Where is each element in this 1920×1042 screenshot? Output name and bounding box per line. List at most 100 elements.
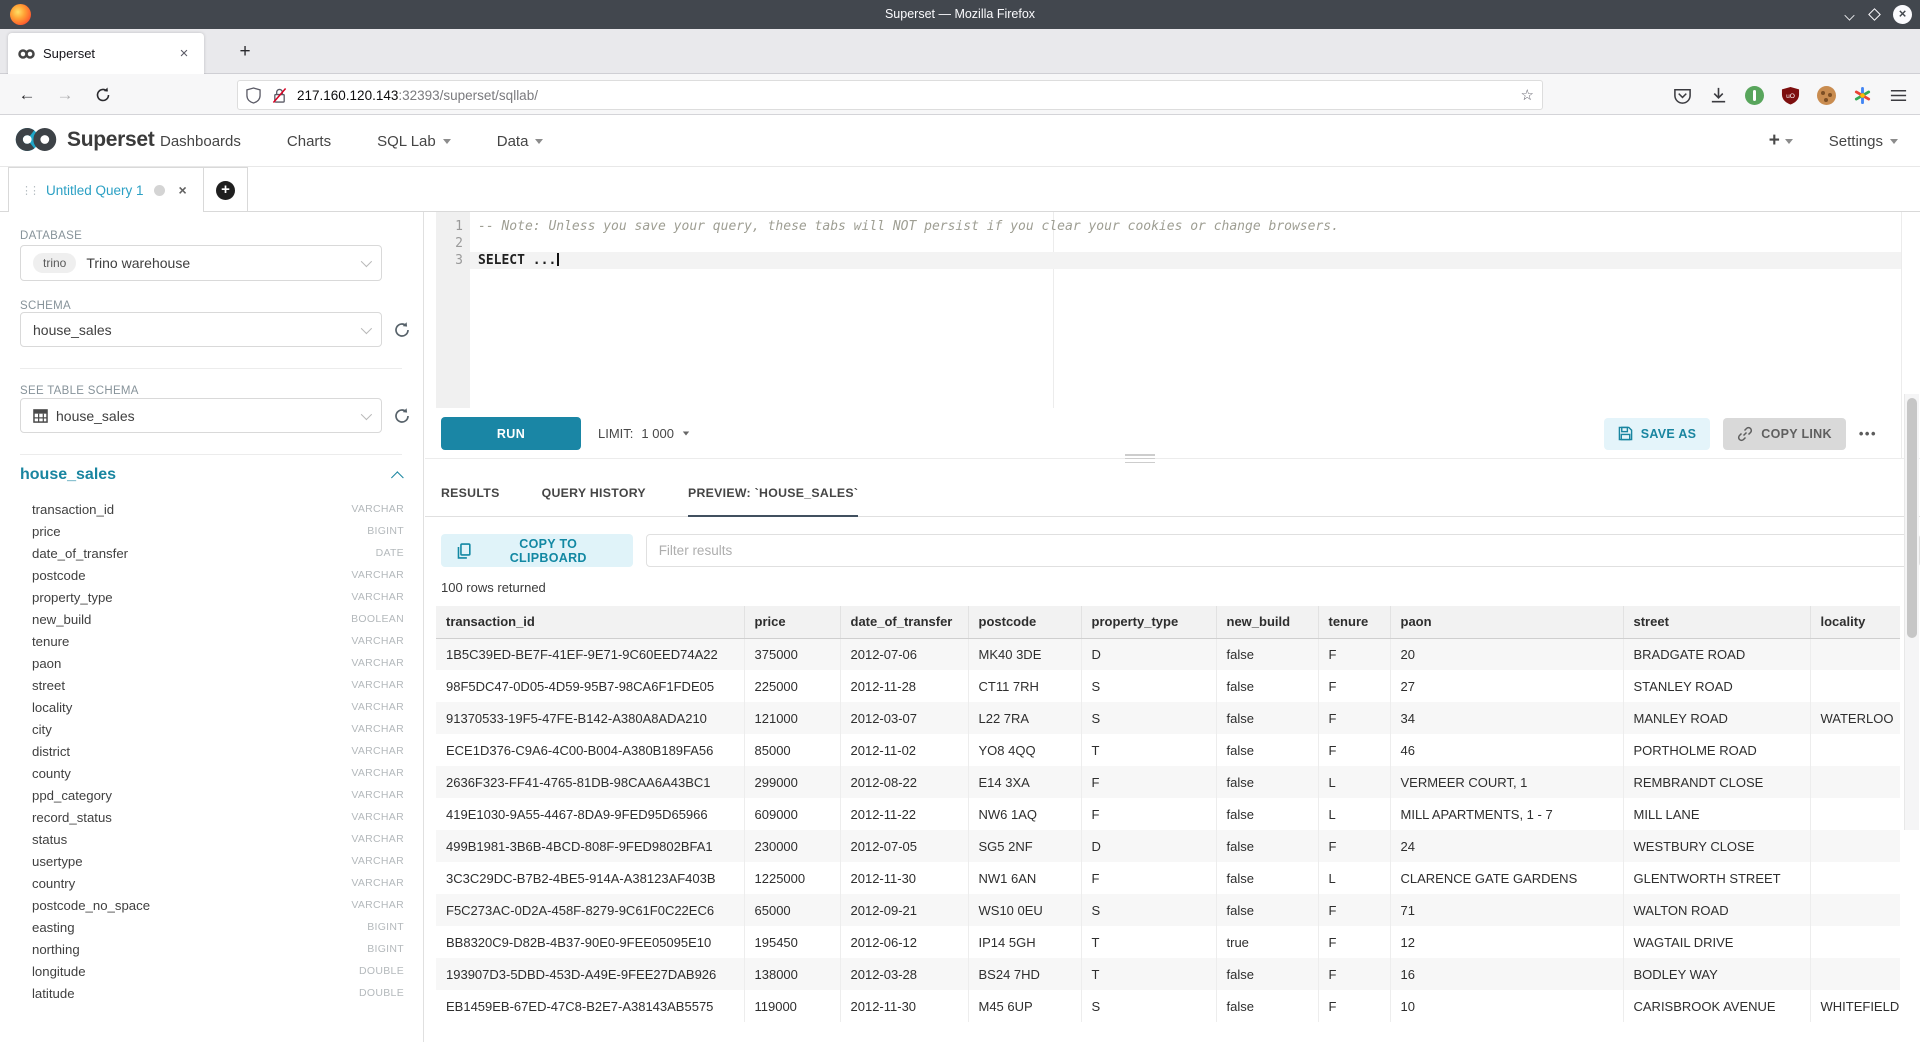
column-list-item[interactable]: easting BIGINT [32, 916, 404, 938]
table-header-cell[interactable]: locality [1810, 606, 1900, 638]
table-row: 2636F323-FF41-4765-81DB-98CAA6A43BC12990… [436, 766, 1900, 798]
column-list-item[interactable]: county VARCHAR [32, 762, 404, 784]
column-list-item[interactable]: postcode VARCHAR [32, 564, 404, 586]
column-list-item[interactable]: status VARCHAR [32, 828, 404, 850]
query-tab[interactable]: ⋮⋮ Untitled Query 1 × [8, 167, 204, 212]
chevron-up-icon[interactable] [391, 471, 404, 484]
database-select[interactable]: trino Trino warehouse [20, 245, 382, 281]
settings-menu[interactable]: Settings [1829, 133, 1898, 150]
pocket-icon[interactable] [1673, 86, 1692, 105]
copy-to-clipboard-button[interactable]: COPY TO CLIPBOARD [441, 534, 633, 567]
splitter-grip-icon[interactable] [1125, 454, 1155, 463]
app-nav-item[interactable]: Charts [287, 133, 331, 150]
column-list-item[interactable]: northing BIGINT [32, 938, 404, 960]
table-header-cell[interactable]: tenure [1318, 606, 1390, 638]
menu-icon[interactable] [1889, 86, 1908, 105]
table-header-cell[interactable]: new_build [1216, 606, 1318, 638]
lock-slash-icon[interactable] [272, 87, 287, 104]
app-nav-item[interactable]: Data [497, 133, 544, 150]
shield-icon[interactable] [246, 87, 261, 104]
column-list-item[interactable]: longitude DOUBLE [32, 960, 404, 982]
results-table-body: 1B5C39ED-BE7F-41EF-9E71-9C60EED74A223750… [436, 638, 1900, 1022]
results-tab[interactable]: PREVIEW: `HOUSE_SALES` [688, 470, 858, 517]
column-type: BIGINT [367, 921, 404, 933]
schema-select[interactable]: house_sales [20, 312, 382, 347]
table-header-cell[interactable]: paon [1390, 606, 1623, 638]
bookmark-star-icon[interactable]: ☆ [1521, 86, 1534, 104]
reload-button[interactable] [90, 82, 116, 108]
column-list-item[interactable]: record_status VARCHAR [32, 806, 404, 828]
refresh-schema-icon[interactable] [393, 321, 411, 339]
column-type: VARCHAR [351, 811, 404, 823]
copy-link-button[interactable]: COPY LINK [1723, 418, 1846, 450]
extension-green-icon[interactable] [1745, 86, 1764, 105]
table-header-cell[interactable]: transaction_id [436, 606, 744, 638]
results-scrollbar[interactable] [1904, 394, 1919, 830]
table-cell: false [1216, 766, 1318, 798]
table-header-cell[interactable]: property_type [1081, 606, 1216, 638]
window-maximize-icon[interactable] [1868, 8, 1881, 21]
filter-results-input[interactable] [646, 534, 1920, 567]
pane-splitter[interactable] [425, 458, 1920, 470]
table-select[interactable]: house_sales [20, 398, 382, 433]
column-list-item[interactable]: date_of_transfer DATE [32, 542, 404, 564]
save-as-button[interactable]: SAVE AS [1604, 418, 1711, 450]
browser-tab-close-icon[interactable]: × [174, 45, 194, 62]
limit-dropdown[interactable]: LIMIT: 1 000 [598, 417, 690, 450]
cookie-icon[interactable] [1817, 86, 1836, 105]
more-options-icon[interactable]: ••• [1859, 426, 1877, 441]
column-list-item[interactable]: transaction_id VARCHAR [32, 498, 404, 520]
multicolor-asterisk-icon[interactable] [1853, 86, 1872, 105]
table-cell: S [1081, 894, 1216, 926]
column-list-item[interactable]: usertype VARCHAR [32, 850, 404, 872]
column-list-item[interactable]: property_type VARCHAR [32, 586, 404, 608]
window-close-icon[interactable]: × [1893, 5, 1912, 24]
app-logo[interactable]: Superset [14, 126, 154, 153]
browser-tab[interactable]: Superset × [8, 33, 204, 74]
table-schema-header[interactable]: house_sales [20, 466, 404, 484]
table-cell: 2012-08-22 [840, 766, 968, 798]
table-cell [1810, 926, 1900, 958]
back-button[interactable]: ← [14, 82, 40, 108]
chevron-down-icon [361, 408, 372, 419]
sql-editor[interactable]: 1 -- Note: Unless you save your query, t… [425, 212, 1902, 408]
add-new-button[interactable]: + [1769, 130, 1793, 152]
run-button[interactable]: RUN [441, 417, 581, 450]
scrollbar-thumb[interactable] [1907, 398, 1917, 638]
app-nav-item[interactable]: Dashboards [160, 133, 241, 150]
download-icon[interactable] [1709, 86, 1728, 105]
column-list-item[interactable]: price BIGINT [32, 520, 404, 542]
column-name: usertype [32, 854, 83, 869]
table-header-cell[interactable]: postcode [968, 606, 1081, 638]
column-list-item[interactable]: new_build BOOLEAN [32, 608, 404, 630]
column-list-item[interactable]: ppd_category VARCHAR [32, 784, 404, 806]
column-list-item[interactable]: latitude DOUBLE [32, 982, 404, 1004]
drag-handle-icon[interactable]: ⋮⋮ [21, 184, 37, 197]
url-bar[interactable]: 217.160.120.143:32393/superset/sqllab/ ☆ [237, 80, 1543, 110]
ublock-origin-icon[interactable]: uO [1781, 86, 1800, 105]
column-list-item[interactable]: locality VARCHAR [32, 696, 404, 718]
window-minimize-icon[interactable] [1844, 11, 1856, 18]
results-tab[interactable]: RESULTS [441, 470, 500, 517]
column-name: status [32, 832, 67, 847]
column-list-item[interactable]: street VARCHAR [32, 674, 404, 696]
table-header-cell[interactable]: date_of_transfer [840, 606, 968, 638]
column-name: locality [32, 700, 72, 715]
column-list-item[interactable]: country VARCHAR [32, 872, 404, 894]
column-list-item[interactable]: tenure VARCHAR [32, 630, 404, 652]
new-tab-button[interactable]: + [232, 39, 258, 65]
table-cell: 98F5DC47-0D05-4D59-95B7-98CA6F1FDE05 [436, 670, 744, 702]
table-header-cell[interactable]: price [744, 606, 840, 638]
refresh-table-icon[interactable] [393, 407, 411, 425]
add-query-tab-button[interactable]: + [204, 167, 248, 212]
table-header-cell[interactable]: street [1623, 606, 1810, 638]
forward-button[interactable]: → [52, 82, 78, 108]
table-cell: 85000 [744, 734, 840, 766]
results-tab[interactable]: QUERY HISTORY [542, 470, 646, 517]
column-list-item[interactable]: postcode_no_space VARCHAR [32, 894, 404, 916]
app-nav-item[interactable]: SQL Lab [377, 133, 451, 150]
column-list-item[interactable]: city VARCHAR [32, 718, 404, 740]
column-list-item[interactable]: paon VARCHAR [32, 652, 404, 674]
query-tab-close-icon[interactable]: × [179, 182, 187, 198]
column-list-item[interactable]: district VARCHAR [32, 740, 404, 762]
